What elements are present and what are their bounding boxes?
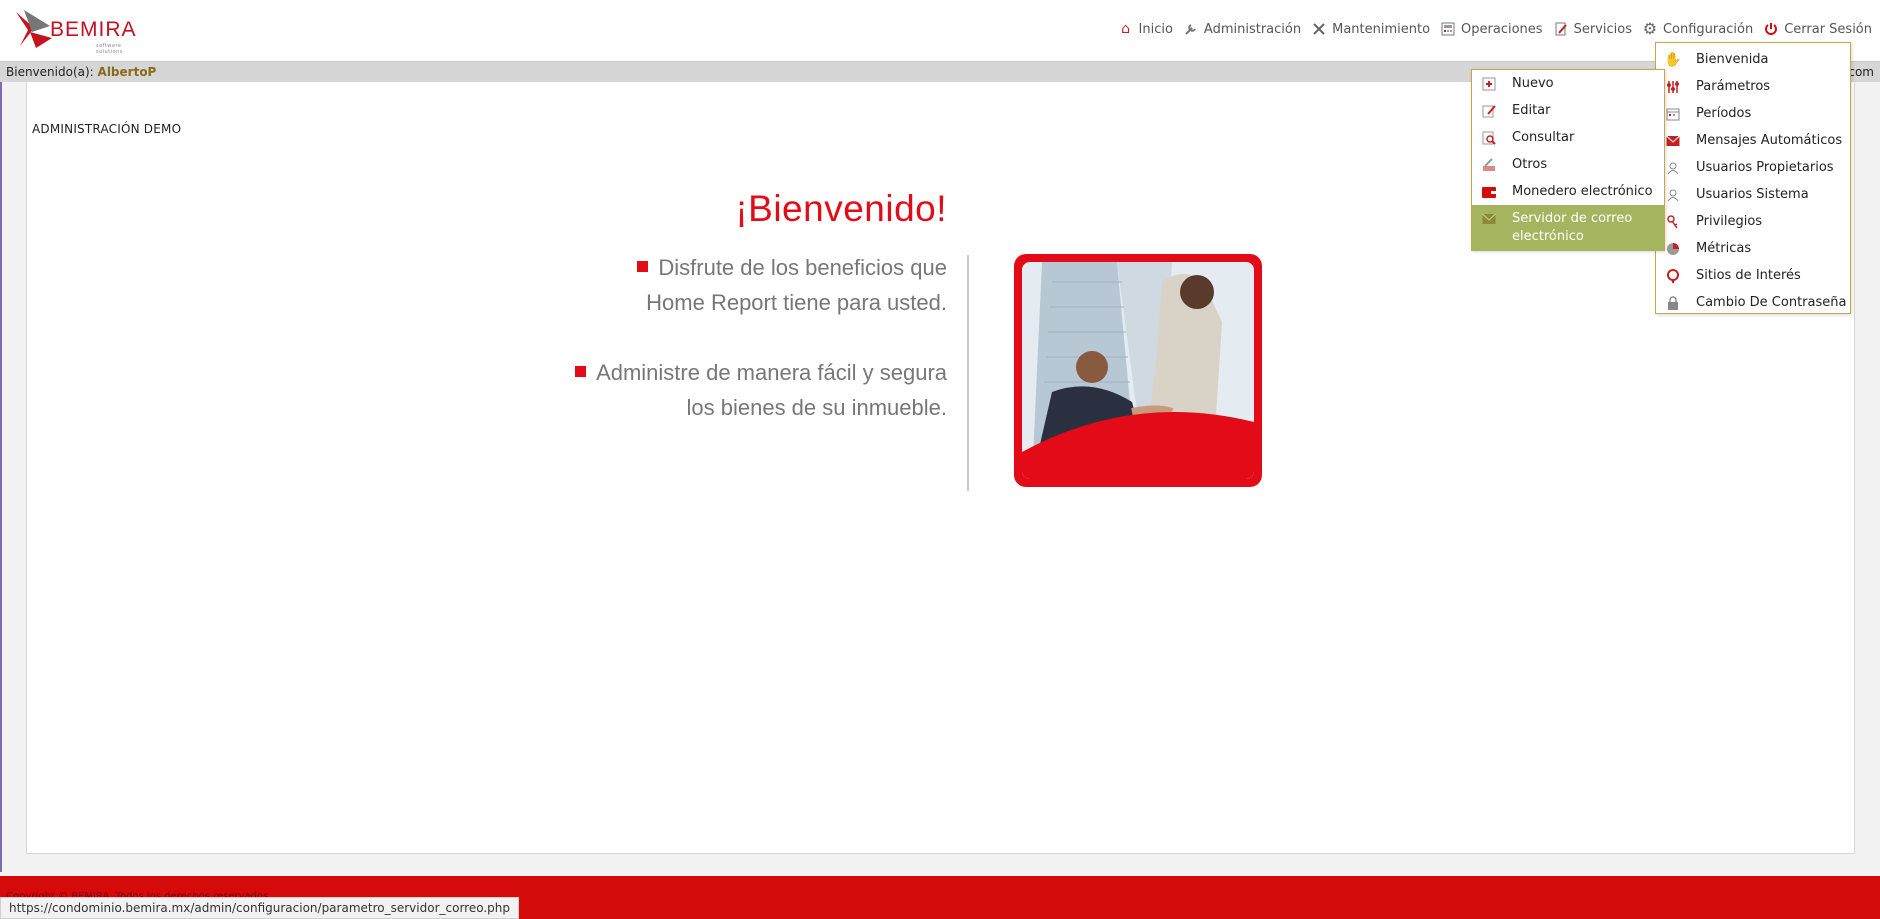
menu-item-monedero-electronico[interactable]: Monedero electrónico — [1472, 178, 1664, 205]
menu-item-cambio-de-contrasena[interactable]: Cambio De Contraseña — [1656, 289, 1850, 316]
nav-label: Configuración — [1662, 21, 1754, 37]
document-edit-icon — [1553, 21, 1569, 37]
others-icon — [1480, 156, 1498, 174]
hero-title: ¡Bienvenido! — [735, 188, 947, 229]
section-label: ADMINISTRACIÓN DEMO — [32, 122, 182, 136]
nav-label: Operaciones — [1461, 21, 1543, 37]
nav-label: Cerrar Sesión — [1784, 21, 1872, 37]
welcome-username: AlbertoP — [97, 65, 157, 79]
nav-label: Servicios — [1573, 21, 1632, 37]
pie-chart-icon — [1664, 240, 1682, 258]
calculator-icon — [1440, 21, 1456, 37]
bullet-square-icon — [575, 366, 587, 377]
user-owner-icon — [1664, 159, 1682, 177]
left-edge-strip — [0, 82, 2, 872]
brand-tagline: software solutions — [96, 43, 123, 55]
menu-item-nuevo[interactable]: Nuevo — [1472, 70, 1664, 97]
hand-icon: ✋ — [1664, 51, 1682, 68]
welcome-right-fragment: com — [1848, 65, 1874, 79]
benefit-bullet-2: Administre de manera fácil y segura los … — [547, 355, 947, 425]
nav-administracion[interactable]: Administración — [1183, 21, 1301, 37]
menu-item-consultar[interactable]: Consultar — [1472, 124, 1664, 151]
welcome-prefix: Bienvenido(a): — [6, 65, 94, 79]
bullet-line: los bienes de su inmueble. — [686, 395, 948, 420]
key-icon — [1664, 213, 1682, 231]
wrench-icon — [1183, 21, 1199, 37]
nav-inicio[interactable]: ⌂ Inicio — [1118, 21, 1173, 37]
gear-icon: ⚙ — [1642, 19, 1658, 38]
handshake-photo-image — [1022, 262, 1254, 479]
menu-item-otros[interactable]: Otros — [1472, 151, 1664, 178]
configuracion-dropdown: ✋ Bienvenida Parámetros Períodos Mensaje… — [1655, 42, 1851, 314]
menu-item-periodos[interactable]: Períodos — [1656, 100, 1850, 127]
nav-servicios[interactable]: Servicios — [1553, 21, 1632, 37]
welcome-text: Bienvenido(a): AlbertoP — [6, 65, 156, 79]
bemira-logo-mark — [16, 10, 52, 48]
menu-item-bienvenida[interactable]: ✋ Bienvenida — [1656, 46, 1850, 73]
menu-item-mensajes-automaticos[interactable]: Mensajes Automáticos — [1656, 127, 1850, 154]
menu-item-privilegios[interactable]: Privilegios — [1656, 208, 1850, 235]
divider-line — [967, 255, 969, 491]
bullet-line: Home Report tiene para usted. — [646, 290, 947, 315]
mail-server-icon — [1480, 210, 1498, 228]
handshake-photo — [1014, 254, 1262, 487]
main-nav: ⌂ Inicio Administración Mantenimiento Op… — [1118, 18, 1872, 40]
bemira-logo[interactable]: BEMIRA software solutions — [14, 8, 144, 55]
menu-item-metricas[interactable]: Métricas — [1656, 235, 1850, 262]
home-icon: ⌂ — [1121, 21, 1130, 37]
menu-item-editar[interactable]: Editar — [1472, 97, 1664, 124]
menu-item-parametros[interactable]: Parámetros — [1656, 73, 1850, 100]
top-bar: BEMIRA software solutions ⌂ Inicio Admin… — [0, 0, 1880, 61]
nav-configuracion[interactable]: ⚙ Configuración — [1642, 21, 1753, 37]
handshake-illustration — [1022, 262, 1254, 479]
new-document-icon — [1480, 75, 1498, 93]
bullet-square-icon — [637, 261, 649, 272]
nav-label: Mantenimiento — [1332, 21, 1431, 37]
nav-label: Administración — [1203, 21, 1302, 37]
power-icon — [1763, 21, 1779, 37]
sliders-icon — [1664, 78, 1682, 96]
nav-label: Inicio — [1138, 21, 1173, 37]
benefit-bullet-1: Disfrute de los beneficios que Home Repo… — [547, 250, 947, 320]
servicios-submenu: Nuevo Editar Consultar Otros Monedero el… — [1471, 69, 1665, 251]
wallet-icon — [1480, 183, 1498, 201]
menu-item-sitios-de-interes[interactable]: Sitios de Interés — [1656, 262, 1850, 289]
calendar-icon — [1664, 105, 1682, 123]
brand-name: BEMIRA — [50, 18, 137, 41]
location-pin-icon — [1664, 267, 1682, 285]
edit-icon — [1480, 102, 1498, 120]
nav-cerrar-sesion[interactable]: Cerrar Sesión — [1763, 21, 1872, 37]
lock-icon — [1664, 294, 1682, 312]
tools-icon — [1311, 21, 1327, 37]
user-system-icon — [1664, 186, 1682, 204]
bullet-line: Administre de manera fácil y segura — [596, 360, 947, 385]
envelope-icon — [1664, 132, 1682, 150]
bullet-line: Disfrute de los beneficios que — [658, 255, 947, 280]
status-bar-url: https://condominio.bemira.mx/admin/confi… — [0, 897, 520, 919]
menu-item-servidor-de-correo[interactable]: Servidor de correo electrónico — [1472, 205, 1664, 251]
nav-operaciones[interactable]: Operaciones — [1440, 21, 1543, 37]
search-document-icon — [1480, 129, 1498, 147]
menu-item-usuarios-propietarios[interactable]: Usuarios Propietarios — [1656, 154, 1850, 181]
menu-item-usuarios-sistema[interactable]: Usuarios Sistema — [1656, 181, 1850, 208]
nav-mantenimiento[interactable]: Mantenimiento — [1311, 21, 1430, 37]
